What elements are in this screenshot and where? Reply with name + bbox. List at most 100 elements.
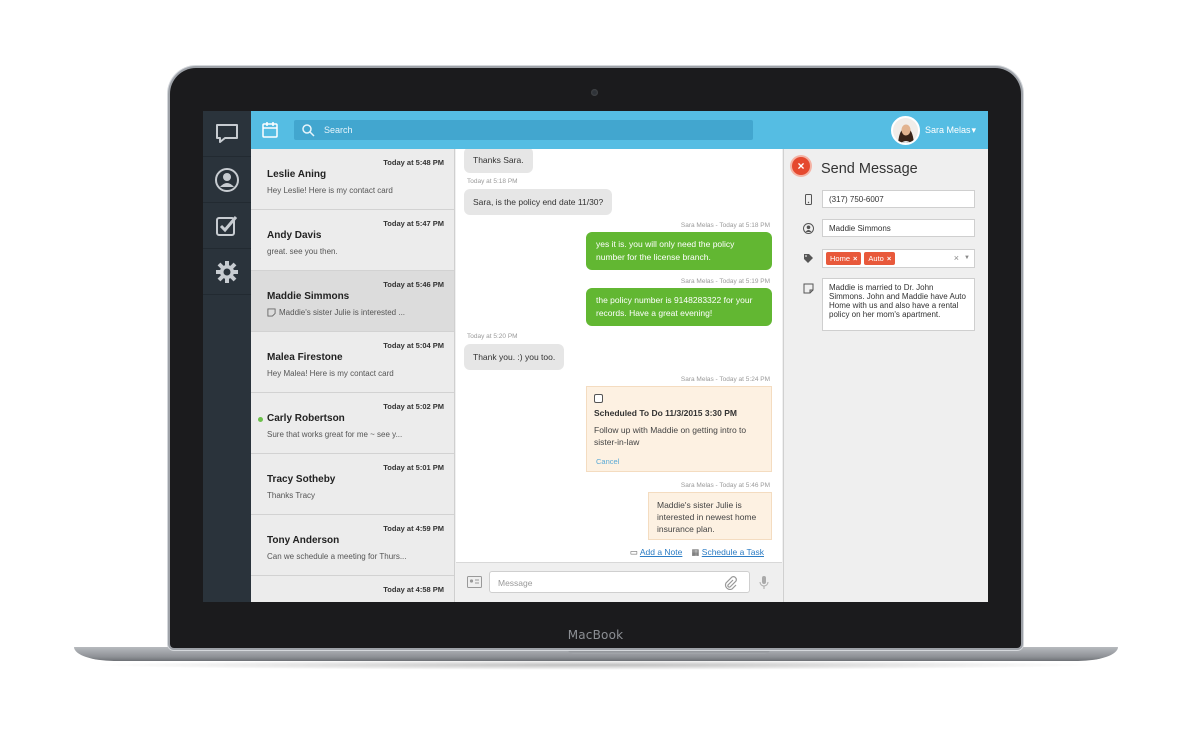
user-circle-icon — [215, 167, 239, 192]
laptop-hinge-notch — [567, 647, 771, 654]
avatar-portrait-icon — [892, 117, 918, 143]
conversation-item[interactable]: Today at 5:02 PM Carly Robertson Sure th… — [251, 393, 454, 454]
conversation-item[interactable]: Today at 4:58 PM — [251, 576, 454, 602]
tag-label: Home — [830, 254, 851, 263]
chat-bubble-icon — [216, 123, 238, 143]
nav-rail — [203, 111, 251, 602]
add-note-label: Add a Note — [639, 547, 683, 557]
conversation-time: Today at 4:58 PM — [383, 585, 444, 594]
tags-field[interactable]: Home × Auto × × ▼ — [822, 249, 975, 268]
conversation-name: Tracy Sotheby — [267, 474, 336, 485]
message-timestamp: Sara Melas - Today at 5:46 PM — [680, 482, 770, 489]
user-name: Sara Melas — [924, 125, 971, 135]
clear-tags-icon[interactable]: × — [954, 253, 959, 263]
message-timestamp: Today at 5:18 PM — [467, 178, 518, 185]
checkbox-icon — [216, 215, 238, 236]
conversation-time: Today at 5:01 PM — [383, 463, 444, 472]
conversation-name: Maddie Simmons — [267, 291, 350, 302]
message-placeholder: Message — [498, 578, 533, 588]
conversation-time: Today at 5:47 PM — [383, 219, 444, 228]
search-placeholder: Search — [324, 125, 353, 135]
conversation-name: Andy Davis — [267, 230, 322, 241]
phone-icon — [805, 194, 812, 205]
nav-settings[interactable] — [203, 249, 251, 295]
note-icon — [803, 283, 814, 294]
conversation-preview: Maddie's sister Julie is interested ... — [267, 308, 442, 317]
nav-contacts[interactable] — [203, 157, 251, 203]
conversation-name: Carly Robertson — [267, 413, 345, 424]
conversation-item-active[interactable]: Today at 5:46 PM Maddie Simmons Maddie's… — [251, 271, 454, 332]
tag-remove-icon[interactable]: × — [853, 254, 857, 263]
bezel-bottom: MacBook — [175, 602, 1016, 648]
conversation-time: Today at 5:04 PM — [383, 341, 444, 350]
paperclip-icon[interactable] — [723, 576, 737, 590]
user-menu[interactable]: Sara Melas ▾ — [890, 115, 976, 145]
tag-icon — [804, 254, 813, 263]
sent-message: yes it is. you will only need the policy… — [586, 232, 772, 270]
received-message: Thanks Sara. — [464, 149, 533, 173]
conversation-time: Today at 5:48 PM — [383, 158, 444, 167]
laptop-shadow — [90, 660, 1100, 670]
conversation-preview-text: Maddie's sister Julie is interested ... — [279, 308, 406, 317]
chat-actions: ▭ Add a Note ▦ Schedule a Task — [630, 547, 764, 558]
contact-card-icon[interactable] — [467, 576, 482, 588]
send-message-panel: × Send Message (317) 750-6007 Maddie Sim… — [783, 149, 988, 602]
tag-chip[interactable]: Auto × — [864, 252, 896, 265]
nav-tasks[interactable] — [203, 203, 251, 249]
message-input[interactable]: Message — [489, 571, 750, 593]
note-card: Maddie's sister Julie is interested in n… — [648, 492, 772, 540]
message-timestamp: Sara Melas - Today at 5:19 PM — [680, 278, 770, 285]
conversation-preview: Hey Malea! Here is my contact card — [267, 369, 394, 378]
task-cancel-link[interactable]: Cancel — [596, 457, 619, 466]
received-message: Thank you. :) you too. — [464, 344, 565, 370]
search-input[interactable]: Search — [294, 120, 753, 140]
conversation-item[interactable]: Today at 5:47 PM Andy Davis great. see y… — [251, 210, 454, 271]
conversation-item[interactable]: Today at 4:59 PM Tony Anderson Can we sc… — [251, 515, 454, 576]
conversation-name: Leslie Aning — [267, 169, 327, 180]
conversation-time: Today at 5:46 PM — [383, 280, 444, 289]
conversation-time: Today at 5:02 PM — [383, 402, 444, 411]
note-icon — [267, 308, 276, 317]
conversation-item[interactable]: Today at 5:04 PM Malea Firestone Hey Mal… — [251, 332, 454, 393]
microphone-icon[interactable] — [759, 575, 769, 590]
laptop-base — [74, 647, 1118, 661]
conversation-preview: great. see you then. — [267, 247, 338, 256]
scheduled-task-card: Scheduled To Do 11/3/2015 3:30 PM Follow… — [586, 386, 772, 472]
conversation-name: Tony Anderson — [267, 535, 340, 546]
message-composer: Message — [456, 562, 782, 602]
chevron-down-icon[interactable]: ▼ — [964, 255, 970, 261]
conversation-item[interactable]: Today at 5:48 PM Leslie Aning Hey Leslie… — [251, 149, 454, 210]
panel-title: Send Message — [821, 161, 918, 177]
task-body: Follow up with Maddie on getting intro t… — [594, 425, 747, 447]
conversation-preview: Thanks Tracy — [267, 491, 316, 500]
notes-textarea[interactable]: Maddie is married to Dr. John Simmons. J… — [822, 278, 975, 331]
camera — [591, 89, 598, 96]
phone-field[interactable]: (317) 750-6007 — [822, 190, 975, 208]
tag-chip[interactable]: Home × — [826, 252, 862, 265]
task-checkbox[interactable] — [594, 394, 603, 403]
nav-messages[interactable] — [203, 111, 251, 157]
message-timestamp: Sara Melas - Today at 5:18 PM — [680, 222, 770, 229]
online-indicator — [258, 417, 263, 422]
device-brand: MacBook — [567, 628, 624, 642]
received-message: Sara, is the policy end date 11/30? — [464, 189, 613, 215]
contact-icon — [803, 223, 814, 234]
tag-remove-icon[interactable]: × — [887, 254, 891, 263]
conversation-time: Today at 4:59 PM — [383, 524, 444, 533]
note-icon: ▭ — [629, 547, 640, 557]
chevron-down-icon: ▾ — [971, 124, 976, 135]
avatar — [890, 115, 920, 145]
conversation-preview: Hey Leslie! Here is my contact card — [267, 186, 393, 195]
conversation-preview: Sure that works great for me ~ see y... — [267, 430, 403, 439]
schedule-task-link[interactable]: ▦ Schedule a Task — [691, 547, 764, 558]
gear-icon — [216, 260, 238, 283]
name-field[interactable]: Maddie Simmons — [822, 219, 975, 237]
close-icon[interactable]: × — [792, 157, 810, 175]
calendar-small-icon: ▦ — [691, 547, 702, 557]
conversation-item[interactable]: Today at 5:01 PM Tracy Sotheby Thanks Tr… — [251, 454, 454, 515]
chat-thread: Thanks Sara. Today at 5:18 PM Sara, is t… — [456, 149, 782, 562]
add-note-link[interactable]: ▭ Add a Note — [630, 547, 682, 558]
top-bar: Search Sara Melas ▾ — [251, 111, 988, 149]
app-screen: Search Sara Melas ▾ Today at 5:48 PM Les… — [203, 111, 988, 602]
calendar-icon[interactable] — [261, 121, 279, 139]
